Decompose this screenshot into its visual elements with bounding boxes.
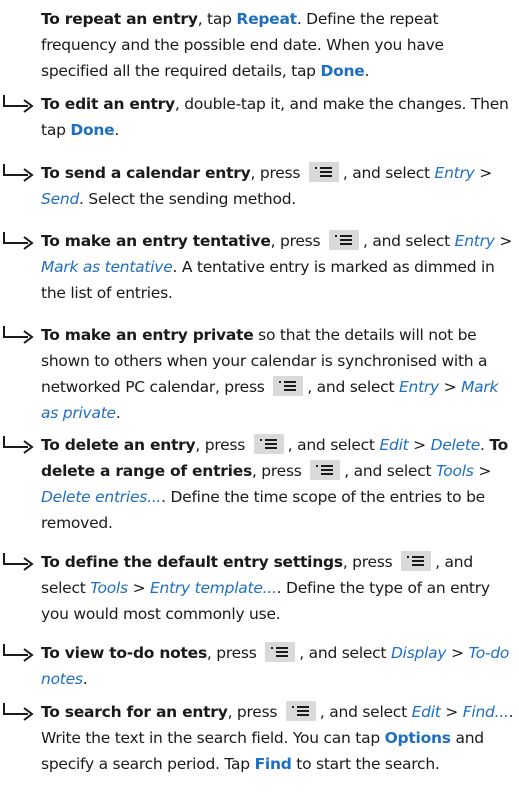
text-run: , and select [319,703,412,721]
hook-arrow-icon [0,642,40,664]
instruction-heading: To make an entry private [41,326,254,344]
text-run: . [82,670,88,688]
instruction-text: To edit an entry, double-tap it, and mak… [41,91,515,143]
text-run: . [480,436,490,454]
instruction-heading: To repeat an entry [41,10,198,28]
text-run: , and select [362,232,455,250]
menu-separator: > [440,703,463,721]
hook-arrow-icon [0,93,40,115]
menu-key-icon [253,434,284,454]
instruction-text: To make an entry tentative, press , and … [41,228,515,306]
menu-separator: > [446,644,469,662]
manual-page: To repeat an entry, tap Repeat. Define t… [0,0,519,806]
text-run: , press [227,703,282,721]
menu-key-icon [328,230,359,250]
hook-arrow-icon [0,434,40,456]
instruction-heading: To view to-do notes [41,644,207,662]
text-run: , and select [342,164,435,182]
instruction-text: To search for an entry, press , and sele… [41,699,515,777]
instruction-text: To make an entry private so that the det… [41,322,515,426]
text-run: , press [250,164,305,182]
menu-link-entry: Entry [434,164,475,182]
hook-arrow-icon [0,324,40,346]
menu-link-entry: Entry [454,232,495,250]
instruction-text: To repeat an entry, tap Repeat. Define t… [41,6,515,84]
hook-arrow-icon [0,230,40,252]
instruction-text: To send a calendar entry, press , and se… [41,160,515,212]
menu-link-mark-tentative: Mark as tentative [41,258,173,276]
hook-arrow-icon [0,701,40,723]
menu-link-tools: Tools [90,579,128,597]
text-run: , and select [299,644,391,662]
instruction-heading: To define the default entry settings [41,553,343,571]
menu-link-find: Find... [462,703,509,721]
menu-separator: > [438,378,462,396]
instruction-text: To define the default entry settings, pr… [41,549,515,627]
menu-key-icon [401,551,432,571]
text-run: , and select [307,378,399,396]
menu-link-edit: Edit [411,703,441,721]
instruction-heading: To make an entry tentative [41,232,271,250]
menu-link-delete: Delete [430,436,481,454]
menu-link-tools: Tools [435,462,474,480]
softkey-repeat: Repeat [236,10,297,28]
menu-key-icon [310,460,341,480]
instruction-heading: To delete an entry [41,436,196,454]
instruction-text: To view to-do notes, press , and select … [41,640,515,692]
instruction-heading: To edit an entry [41,95,175,113]
text-run: , press [251,462,307,480]
menu-separator: > [408,436,431,454]
menu-link-entry: Entry [398,378,439,396]
text-run: . [115,404,121,422]
instruction-text: To delete an entry, press , and select E… [41,432,515,536]
softkey-find: Find [254,755,292,773]
menu-key-icon [308,162,339,182]
menu-separator: > [474,164,492,182]
hook-arrow-icon [0,162,40,184]
text-run: to start the search. [291,755,440,773]
text-run: . Select the sending method. [79,190,296,208]
hook-arrow-icon [0,551,40,573]
text-run: , and select [287,436,380,454]
menu-key-icon [273,376,304,396]
text-run: , press [195,436,250,454]
text-run: . [114,121,120,139]
text-run: , tap [197,10,237,28]
softkey-done: Done [70,121,115,139]
menu-key-icon [285,701,316,721]
text-run: , and select [344,462,436,480]
menu-separator: > [127,579,150,597]
menu-key-icon [265,642,296,662]
menu-link-edit: Edit [379,436,409,454]
instruction-heading: To send a calendar entry [41,164,251,182]
menu-link-display: Display [390,644,447,662]
text-run: , press [270,232,325,250]
menu-separator: > [494,232,513,250]
menu-link-send: Send [41,190,80,208]
text-run: . [364,62,370,80]
menu-link-entry-template: Entry template... [149,579,277,597]
instruction-heading: To search for an entry [41,703,228,721]
menu-separator: > [473,462,492,480]
text-run: , press [342,553,398,571]
menu-link-delete-entries: Delete entries... [41,488,162,506]
softkey-options: Options [384,729,451,747]
text-run: , press [206,644,262,662]
softkey-done: Done [320,62,365,80]
